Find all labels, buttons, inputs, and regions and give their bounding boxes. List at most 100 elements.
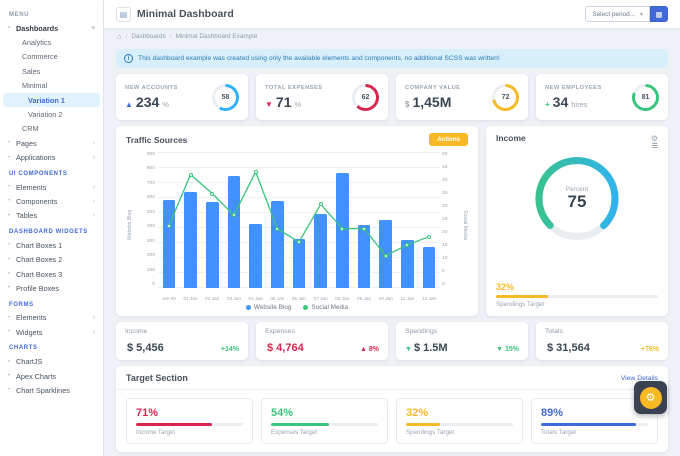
spendings-progress-fill bbox=[496, 295, 548, 298]
x-label: 04 Jan bbox=[245, 296, 267, 301]
bullet-icon: • bbox=[8, 198, 16, 204]
sidebar-item-dashboards[interactable]: •Dashboards▾ bbox=[3, 21, 100, 35]
home-icon[interactable]: ⌂ bbox=[117, 32, 122, 41]
legend-label: Website Blog bbox=[254, 304, 292, 311]
legend-item-website-blog[interactable]: Website Blog bbox=[246, 304, 292, 311]
caret-down-icon: ▼ bbox=[405, 346, 412, 353]
sidebar-item-tables[interactable]: •Tables› bbox=[3, 209, 100, 223]
stat-label: COMPANY VALUE bbox=[405, 85, 460, 91]
y-tick-left: 400 bbox=[135, 225, 155, 230]
target-progress-fill bbox=[406, 423, 440, 426]
mini-label: Expenses bbox=[265, 328, 379, 335]
line-marker bbox=[254, 170, 258, 174]
caret-up-icon: ▲ bbox=[125, 101, 133, 109]
sidebar-item-chart-boxes-1[interactable]: •Chart Boxes 1 bbox=[3, 238, 100, 252]
y-tick-left: 300 bbox=[135, 240, 155, 245]
sidebar-item-components[interactable]: •Components› bbox=[3, 194, 100, 208]
x-label: 03 Jan bbox=[223, 296, 245, 301]
sidebar-item-label: CRM bbox=[22, 124, 39, 133]
x-label: 05 Jan bbox=[266, 296, 288, 301]
traffic-sources-card: Traffic Sources Actions Website Blog Soc… bbox=[116, 126, 478, 316]
sidebar-section-charts: CHARTS bbox=[0, 339, 103, 354]
sidebar-item-analytics[interactable]: Analytics bbox=[3, 35, 100, 49]
sidebar-item-chart-sparklines[interactable]: •Chart Sparklines bbox=[3, 383, 100, 397]
calendar-button[interactable]: ▦ bbox=[650, 6, 668, 22]
sidebar-item-widgets[interactable]: •Widgets› bbox=[3, 325, 100, 339]
app-window: MENU • Dashboards ▾ AnalyticsCommerceSales Mi… bbox=[0, 0, 680, 456]
target-card-spendings: 32% Spendings Target bbox=[396, 398, 523, 444]
sidebar-item-label: Pages bbox=[16, 139, 37, 148]
stat-label: NEW ACCOUNTS bbox=[125, 85, 178, 91]
breadcrumb-dashboards[interactable]: Dashboards bbox=[131, 33, 165, 40]
x-label: 06 Jan bbox=[288, 296, 310, 301]
theme-settings-fab[interactable]: ⚙ bbox=[634, 381, 667, 414]
traffic-combo-chart: Website Blog Social Media 90080070060050… bbox=[126, 148, 468, 301]
sidebar-item-label: Chart Boxes 2 bbox=[16, 255, 62, 264]
mini-row: ▼ $ 1.5M ▼ 15% bbox=[405, 342, 519, 354]
chart-menu-icon[interactable]: ☰ bbox=[496, 143, 658, 151]
chevron-right-icon: › bbox=[93, 140, 95, 147]
sidebar-item-label: Dashboards bbox=[16, 24, 58, 33]
sidebar-item-variation-1[interactable]: Variation 1 bbox=[3, 93, 100, 107]
y-tick-right: 20 bbox=[442, 231, 460, 236]
sidebar-item-apex-charts[interactable]: •Apex Charts bbox=[3, 369, 100, 383]
sidebar-item-minimal[interactable]: Minimal bbox=[3, 79, 100, 93]
target-section-title: Target Section bbox=[126, 373, 188, 383]
sidebar-item-applications[interactable]: •Applications› bbox=[3, 151, 100, 165]
y-tick-left: 200 bbox=[135, 254, 155, 259]
x-label: 09 Jan bbox=[353, 296, 375, 301]
bullet-icon: • bbox=[8, 271, 16, 277]
sidebar-item-crm[interactable]: CRM bbox=[3, 122, 100, 136]
x-label: Jan 00 bbox=[158, 296, 180, 301]
select-period-dropdown[interactable]: Select period... ▾ bbox=[585, 6, 650, 22]
actions-button[interactable]: Actions bbox=[429, 133, 468, 146]
target-percent: 54% bbox=[271, 408, 378, 419]
income-card: Income ⚙ ☰ bbox=[486, 126, 668, 316]
chevron-down-icon: ▾ bbox=[91, 24, 95, 32]
gear-icon[interactable]: ⚙ bbox=[651, 134, 658, 143]
sidebar-item-chart-boxes-2[interactable]: •Chart Boxes 2 bbox=[3, 252, 100, 266]
line-marker bbox=[384, 254, 388, 258]
stat-value: ▼ 71 % bbox=[265, 95, 323, 109]
sidebar-nav: MENU • Dashboards ▾ AnalyticsCommerceSales Mi… bbox=[0, 6, 103, 398]
sidebar-item-commerce[interactable]: Commerce bbox=[3, 50, 100, 64]
sidebar-item-label: Elements bbox=[16, 183, 46, 192]
mini-amount: $ 31,564 bbox=[547, 342, 590, 354]
target-progress-track bbox=[136, 423, 243, 426]
target-progress-fill bbox=[271, 423, 329, 426]
stat-card-new-employees: NEW EMPLOYEES + 34 hires 81 bbox=[536, 74, 668, 120]
sidebar-section-dashboard-widgets: DASHBOARD WIDGETS bbox=[0, 223, 103, 238]
sidebar-section-menu: MENU bbox=[0, 6, 103, 21]
sidebar-item-profile-boxes[interactable]: •Profile Boxes bbox=[3, 281, 100, 295]
sidebar-item-chart-boxes-3[interactable]: •Chart Boxes 3 bbox=[3, 267, 100, 281]
mini-delta: ▲ 8% bbox=[360, 346, 379, 353]
sidebar-item-label: Minimal bbox=[22, 81, 47, 90]
line-marker bbox=[297, 240, 301, 244]
bullet-icon: • bbox=[8, 387, 16, 393]
bullet-icon: • bbox=[8, 155, 16, 161]
bullet-icon: • bbox=[8, 285, 16, 291]
target-label: Expenses Target bbox=[271, 429, 378, 436]
bullet-icon: • bbox=[8, 329, 16, 335]
sidebar-item-variation-2[interactable]: Variation 2 bbox=[3, 107, 100, 121]
sidebar-item-chartjs[interactable]: •ChartJS bbox=[3, 354, 100, 368]
target-card-income: 71% Income Target bbox=[126, 398, 253, 444]
sidebar-item-label: UI COMPONENTS bbox=[9, 171, 67, 177]
breadcrumb-separator: / bbox=[126, 33, 128, 40]
y-tick-right: 15 bbox=[442, 244, 460, 249]
breadcrumb-current: Minimal Dashboard Example bbox=[176, 33, 258, 40]
sidebar-item-elements[interactable]: •Elements› bbox=[3, 311, 100, 325]
legend-item-social-media[interactable]: Social Media bbox=[303, 304, 348, 311]
y-tick-left: 900 bbox=[135, 153, 155, 158]
charts-row: Traffic Sources Actions Website Blog Soc… bbox=[116, 126, 668, 316]
sidebar-item-elements[interactable]: •Elements› bbox=[3, 180, 100, 194]
dashboard-icon: ▤ bbox=[116, 7, 131, 22]
stat-value: + 34 hires bbox=[545, 95, 602, 109]
sidebar-item-pages[interactable]: •Pages› bbox=[3, 136, 100, 150]
target-percent: 32% bbox=[406, 408, 513, 419]
sidebar-item-sales[interactable]: Sales bbox=[3, 64, 100, 78]
mini-row: $ 31,564 +76% bbox=[545, 342, 659, 354]
x-label: 10 Jan bbox=[375, 296, 397, 301]
calendar-icon: ▦ bbox=[655, 10, 662, 19]
legend-dot bbox=[246, 305, 251, 310]
